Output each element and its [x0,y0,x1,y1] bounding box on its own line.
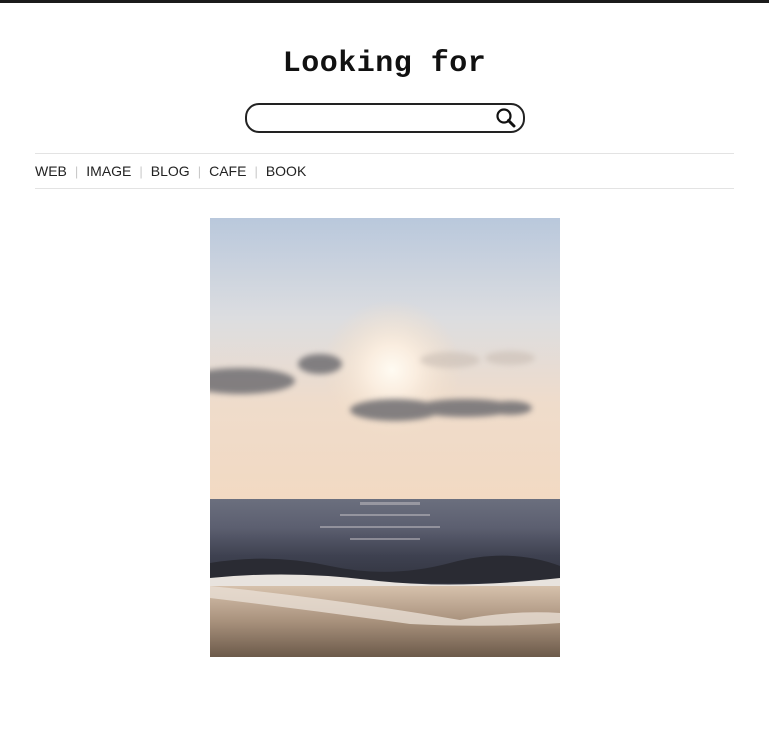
nav-image[interactable]: IMAGE [86,163,131,179]
search-input[interactable] [257,107,485,129]
nav-separator: | [139,163,143,179]
nav-separator: | [254,163,258,179]
nav-separator: | [74,163,79,179]
result-image[interactable] [210,218,560,657]
page-title: Looking for [282,47,487,81]
nav-web[interactable]: WEB [35,163,67,179]
category-nav: WEB | IMAGE | BLOG | CAFE | BOOK [35,153,734,189]
search-icon [496,108,516,128]
search-button[interactable] [495,107,517,129]
nav-book[interactable]: BOOK [266,163,306,179]
nav-cafe[interactable]: CAFE [209,163,246,179]
nav-blog[interactable]: BLOG [151,163,190,179]
search-bar [245,103,525,133]
sunset-beach-photo [210,218,560,657]
nav-separator: | [197,163,202,179]
